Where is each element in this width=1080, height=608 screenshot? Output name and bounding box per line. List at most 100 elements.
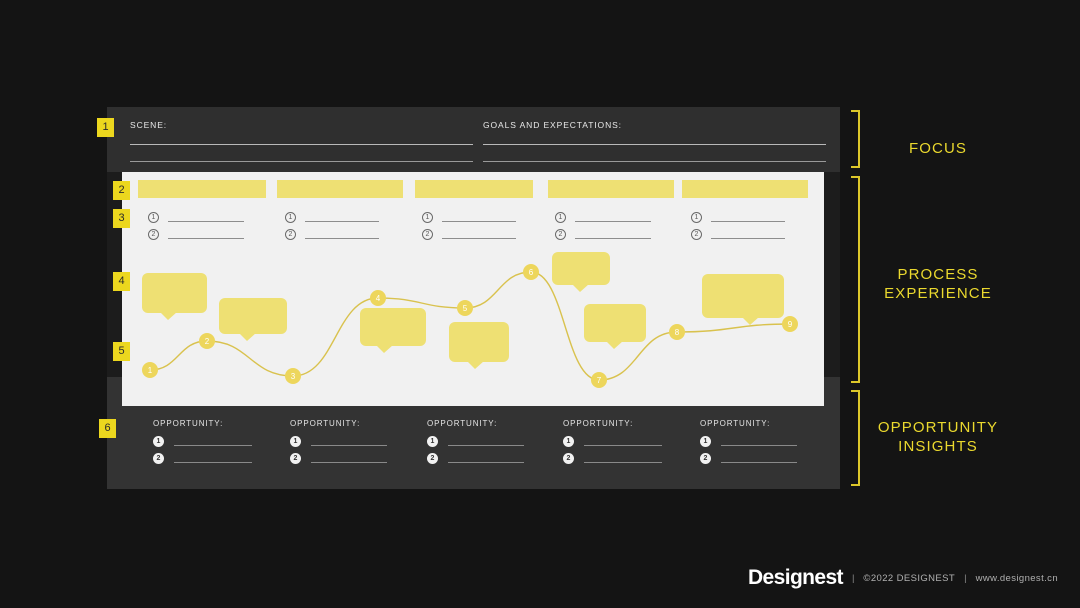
section-title-line-2: INSIGHTS [898,438,978,455]
journey-point-label: 6 [529,268,534,277]
opportunity-number-circle: 2 [153,453,164,464]
note-bubble-6[interactable] [584,304,646,350]
opportunity-item: 2 [290,450,387,467]
journey-point-5[interactable]: 5 [457,300,473,316]
list-item: 1 [148,209,244,226]
journey-point-7[interactable]: 7 [591,372,607,388]
opportunity-input-line[interactable] [174,445,252,446]
list-input-line[interactable] [305,220,379,222]
list-item: 1 [555,209,651,226]
note-bubble-1[interactable] [142,273,207,321]
opportunity-number-circle: 1 [153,436,164,447]
journey-point-label: 7 [597,376,602,385]
list-item: 2 [148,226,244,243]
list-input-line[interactable] [442,237,516,239]
column-list-4: 12 [555,209,651,243]
journey-point-label: 2 [205,337,210,346]
column-title-bar-1[interactable] [138,180,266,198]
focus-input-line-2[interactable] [483,161,826,162]
opportunity-input-line[interactable] [174,462,252,463]
list-input-line[interactable] [711,220,785,222]
opportunity-label: OPPORTUNITY: [700,419,771,428]
list-item: 2 [285,226,379,243]
focus-field-label: GOALS AND EXPECTATIONS: [483,120,622,130]
note-bubble-4[interactable] [449,322,509,370]
column-list-1: 12 [148,209,244,243]
focus-field-2: GOALS AND EXPECTATIONS: [483,120,826,162]
column-title-bar-4[interactable] [548,180,674,198]
section-title-3: OPPORTUNITY INSIGHTS [838,418,1038,456]
list-number-circle: 1 [422,212,433,223]
list-number-circle: 2 [285,229,296,240]
list-input-line[interactable] [442,220,516,222]
note-bubble-shape [142,273,207,320]
note-bubble-shape [449,322,509,369]
list-input-line[interactable] [305,237,379,239]
opportunity-item: 1 [563,433,662,450]
opportunity-number-circle: 1 [290,436,301,447]
column-title-bar-2[interactable] [277,180,403,198]
section-marker-5: 5 [113,342,130,361]
journey-point-label: 4 [376,294,381,303]
opportunity-input-line[interactable] [584,462,662,463]
opportunity-number-circle: 1 [427,436,438,447]
journey-point-9[interactable]: 9 [782,316,798,332]
opportunity-block-1: OPPORTUNITY: 1 2 [153,419,252,467]
journey-point-label: 3 [291,372,296,381]
opportunity-block-2: OPPORTUNITY: 1 2 [290,419,387,467]
opportunity-input-line[interactable] [448,462,524,463]
footer-website: www.designest.cn [975,572,1058,584]
journey-point-6[interactable]: 6 [523,264,539,280]
opportunity-input-line[interactable] [311,462,387,463]
list-item: 1 [285,209,379,226]
opportunity-input-line[interactable] [448,445,524,446]
list-item: 2 [555,226,651,243]
journey-point-8[interactable]: 8 [669,324,685,340]
opportunity-label: OPPORTUNITY: [563,419,634,428]
list-input-line[interactable] [168,237,244,239]
journey-point-label: 5 [463,304,468,313]
note-bubble-shape [552,252,610,292]
note-bubble-5[interactable] [552,252,610,293]
opportunity-number-circle: 1 [700,436,711,447]
opportunity-number-circle: 2 [700,453,711,464]
column-title-bar-3[interactable] [415,180,533,198]
list-number-circle: 2 [148,229,159,240]
opportunity-item: 2 [700,450,797,467]
list-item: 1 [691,209,785,226]
list-number-circle: 1 [285,212,296,223]
list-input-line[interactable] [168,220,244,222]
note-bubble-2[interactable] [219,298,287,342]
section-title-2: PROCESS EXPERIENCE [838,265,1038,303]
focus-input-line-2[interactable] [130,161,473,162]
section-title-line-1: PROCESS [897,266,979,283]
note-bubble-7[interactable] [702,274,784,326]
note-bubble-shape [702,274,784,325]
note-bubble-3[interactable] [360,308,426,354]
list-number-circle: 1 [555,212,566,223]
list-input-line[interactable] [575,237,651,239]
section-marker-1: 1 [97,118,114,137]
list-input-line[interactable] [575,220,651,222]
journey-point-2[interactable]: 2 [199,333,215,349]
list-input-line[interactable] [711,237,785,239]
opportunity-input-line[interactable] [721,462,797,463]
column-title-bar-5[interactable] [682,180,808,198]
journey-point-4[interactable]: 4 [370,290,386,306]
opportunity-label: OPPORTUNITY: [290,419,361,428]
list-number-circle: 1 [148,212,159,223]
opportunity-input-line[interactable] [721,445,797,446]
journey-point-label: 1 [148,366,153,375]
brand-logo: Designest [747,566,844,589]
focus-field-label: SCENE: [130,120,168,130]
opportunity-input-line[interactable] [584,445,662,446]
journey-point-3[interactable]: 3 [285,368,301,384]
journey-point-1[interactable]: 1 [142,362,158,378]
list-item: 2 [422,226,516,243]
focus-field-1: SCENE: [130,120,473,162]
list-number-circle: 2 [555,229,566,240]
opportunity-item: 1 [153,433,252,450]
list-item: 1 [422,209,516,226]
opportunity-input-line[interactable] [311,445,387,446]
